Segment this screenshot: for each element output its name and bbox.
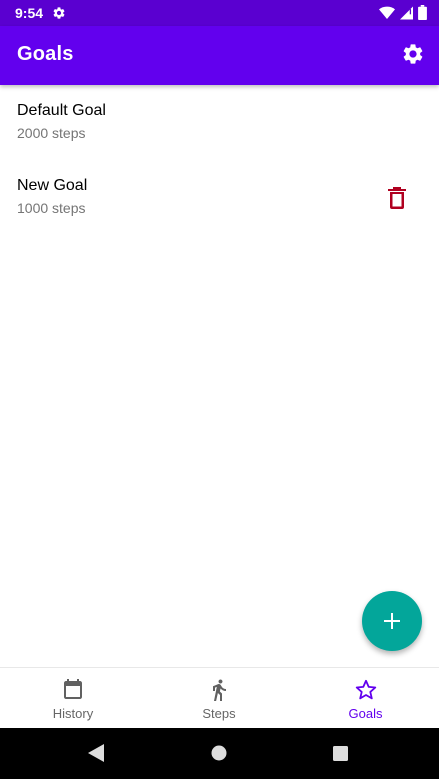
trash-icon: [388, 187, 406, 209]
bottom-navigation: History Steps Goals: [0, 667, 439, 729]
page-title: Goals: [17, 43, 74, 65]
status-time: 9:54: [15, 5, 44, 21]
nav-item-steps[interactable]: Steps: [146, 668, 292, 729]
status-icons: [379, 5, 427, 25]
battery-icon: [418, 5, 427, 25]
goal-steps: 2000 steps: [17, 125, 86, 141]
home-icon[interactable]: [211, 745, 227, 766]
delete-button[interactable]: [387, 187, 407, 209]
goal-steps: 1000 steps: [17, 200, 86, 216]
app-bar: Goals: [0, 26, 439, 85]
nav-label: History: [52, 706, 94, 721]
star-icon: [355, 679, 376, 700]
gear-icon: [52, 6, 66, 20]
plus-icon: [384, 613, 400, 629]
gear-icon: [403, 44, 423, 64]
nav-item-goals[interactable]: Goals: [292, 668, 439, 729]
signal-icon: [400, 6, 413, 25]
add-goal-button[interactable]: [362, 591, 422, 651]
nav-label: Goals: [348, 706, 383, 721]
calendar-icon: [64, 679, 82, 699]
walking-icon: [213, 679, 226, 701]
goal-name: Default Goal: [17, 102, 106, 119]
goal-name: New Goal: [17, 177, 88, 194]
system-navigation-bar: [0, 728, 439, 779]
nav-item-history[interactable]: History: [0, 668, 146, 729]
wifi-icon: [379, 6, 395, 25]
list-item[interactable]: New Goal 1000 steps: [0, 167, 439, 239]
status-bar: 9:54: [0, 0, 439, 26]
list-item[interactable]: Default Goal 2000 steps: [0, 92, 439, 164]
nav-label: Steps: [202, 706, 236, 721]
settings-button[interactable]: [401, 42, 425, 66]
recents-icon[interactable]: [333, 746, 348, 766]
back-icon[interactable]: [88, 744, 105, 767]
